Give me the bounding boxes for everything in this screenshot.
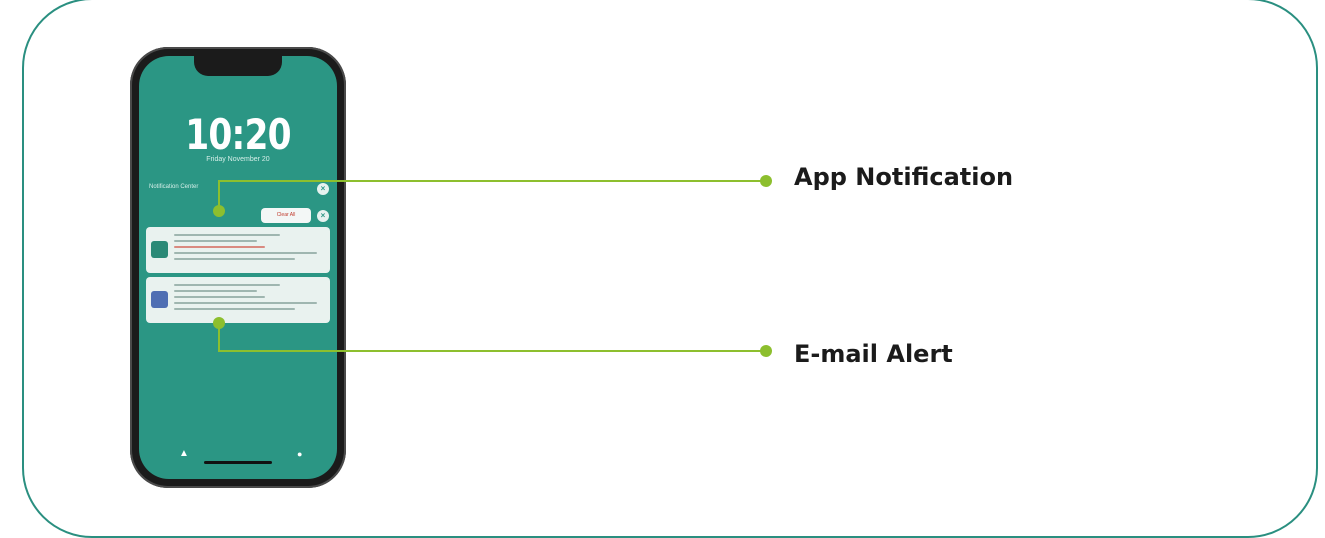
callout-connectors [213,175,772,357]
email-alert-start-dot [213,317,225,329]
app-notification-label: App Notification [794,163,1014,191]
app-notification-connector [218,180,766,211]
app-notification-end-dot [760,175,772,187]
email-alert-connector [218,323,766,352]
email-alert-end-dot [760,345,772,357]
email-alert-label: E-mail Alert [794,340,953,368]
app-notification-start-dot [213,205,225,217]
